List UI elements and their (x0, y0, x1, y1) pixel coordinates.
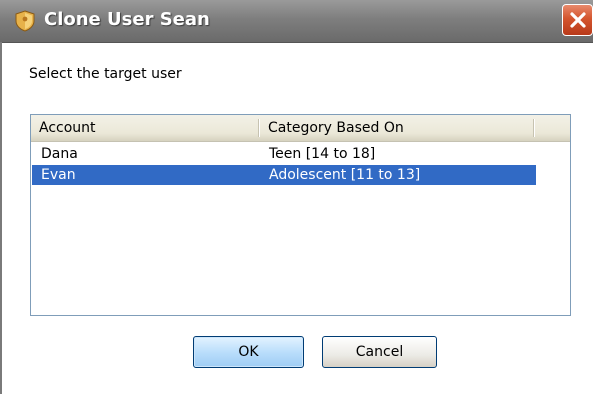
shield-icon (14, 10, 36, 32)
clone-user-dialog: Clone User Sean Select the target user A… (0, 0, 593, 394)
window-border (0, 42, 2, 394)
column-header-category[interactable]: Category Based On (260, 115, 533, 141)
ok-button[interactable]: OK (193, 336, 304, 368)
close-button[interactable] (562, 4, 593, 36)
list-row-dana[interactable]: Dana Teen [14 to 18] (32, 144, 536, 164)
cancel-button[interactable]: Cancel (322, 336, 437, 368)
title-bar[interactable]: Clone User Sean (0, 0, 593, 43)
window-title: Clone User Sean (44, 9, 210, 30)
column-divider[interactable] (533, 119, 535, 137)
column-header-account[interactable]: Account (31, 115, 258, 141)
category-cell: Adolescent [11 to 13] (269, 167, 421, 183)
close-icon (570, 12, 586, 28)
instruction-label: Select the target user (29, 66, 182, 82)
list-header: Account Category Based On (31, 115, 570, 142)
account-cell: Evan (41, 167, 76, 183)
category-cell: Teen [14 to 18] (269, 146, 376, 162)
account-cell: Dana (41, 146, 78, 162)
list-row-evan[interactable]: Evan Adolescent [11 to 13] (32, 165, 536, 185)
user-list[interactable]: Account Category Based On Dana Teen [14 … (30, 114, 571, 316)
